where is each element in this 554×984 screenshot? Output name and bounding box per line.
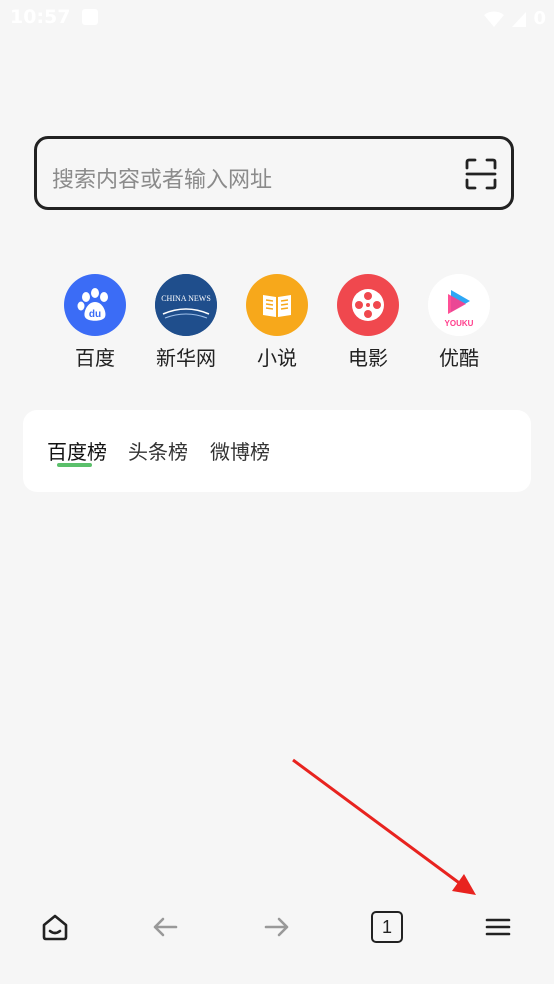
menu-icon <box>485 918 511 936</box>
tabs-button[interactable]: 1 <box>365 905 409 949</box>
quick-link-label: 电影 <box>348 346 388 370</box>
notification-icon <box>82 9 98 25</box>
home-icon <box>42 914 68 941</box>
arrow-right-icon <box>264 917 289 937</box>
quick-link-label: 小说 <box>257 346 297 370</box>
tab-weibo-hot[interactable]: 微博榜 <box>210 436 270 465</box>
home-button[interactable] <box>33 905 77 949</box>
bottom-nav: 1 <box>0 895 554 959</box>
scan-qr-icon[interactable] <box>465 158 497 190</box>
battery-level: 0 <box>533 8 546 29</box>
china-news-logo-text: CHINA NEWS <box>161 294 211 303</box>
status-icons: 0 <box>483 8 546 29</box>
quick-link-baidu[interactable]: du 百度 <box>50 274 140 371</box>
china-news-icon: CHINA NEWS <box>155 274 217 336</box>
status-bar: 10:57 0 <box>0 0 554 38</box>
active-tab-indicator <box>57 463 92 467</box>
menu-button[interactable] <box>476 905 520 949</box>
book-icon <box>246 274 308 336</box>
status-time: 10:57 <box>10 6 71 28</box>
arrow-left-icon <box>153 917 178 937</box>
wifi-icon <box>484 10 505 27</box>
signal-icon <box>512 11 527 27</box>
quick-link-label: 优酷 <box>439 346 479 370</box>
quick-link-youku[interactable]: YOUKU 优酷 <box>414 274 504 371</box>
youku-logo-text: YOUKU <box>445 319 474 328</box>
search-box[interactable]: 搜索内容或者输入网址 <box>34 136 514 210</box>
film-reel-icon <box>337 274 399 336</box>
search-input[interactable]: 搜索内容或者输入网址 <box>52 162 272 194</box>
svg-text:du: du <box>89 309 101 320</box>
youku-play-icon: YOUKU <box>428 274 490 336</box>
tab-baidu-hot[interactable]: 百度榜 <box>47 436 107 465</box>
quick-link-movie[interactable]: 电影 <box>323 274 413 371</box>
tab-count: 1 <box>371 911 403 943</box>
quick-link-label: 百度 <box>75 346 115 370</box>
back-button[interactable] <box>143 905 187 949</box>
quick-link-xinhua[interactable]: CHINA NEWS 新华网 <box>141 274 231 371</box>
tab-toutiao-hot[interactable]: 头条榜 <box>128 436 188 465</box>
forward-button[interactable] <box>255 905 299 949</box>
quick-link-novel[interactable]: 小说 <box>232 274 322 371</box>
quick-link-label: 新华网 <box>156 346 216 370</box>
baidu-paw-icon: du <box>64 274 126 336</box>
hot-list-card: 百度榜 头条榜 微博榜 <box>23 410 531 492</box>
